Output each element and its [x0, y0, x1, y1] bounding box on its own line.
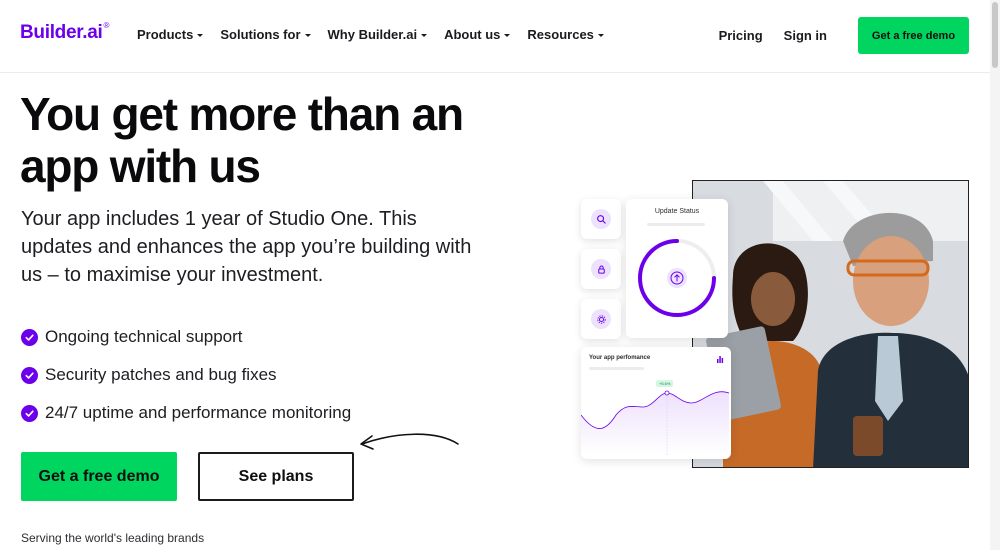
nav-products[interactable]: Products: [137, 27, 204, 42]
nav-label: About us: [444, 27, 501, 42]
placeholder-bar: [589, 367, 644, 370]
nav-why-builder[interactable]: Why Builder.ai: [328, 27, 428, 42]
feature-text: Ongoing technical support: [45, 327, 243, 346]
progress-ring: [638, 239, 716, 317]
main-nav: Products Solutions for Why Builder.ai Ab…: [137, 27, 621, 42]
feature-text: 24/7 uptime and performance monitoring: [45, 403, 352, 422]
header-actions: Pricing Sign in Get a free demo: [719, 17, 969, 54]
chevron-down-icon: [197, 33, 204, 37]
search-card: [581, 199, 621, 239]
get-demo-button[interactable]: Get a free demo: [21, 452, 177, 501]
people-photo-illustration: [693, 181, 968, 467]
hero-title: You get more than an app with us: [20, 88, 464, 192]
feature-item: 24/7 uptime and performance monitoring: [21, 394, 351, 432]
page-scrollbar[interactable]: [990, 0, 1000, 550]
see-plans-button[interactable]: See plans: [198, 452, 354, 501]
feature-text: Security patches and bug fixes: [45, 365, 277, 384]
performance-title: Your app perfomance: [589, 355, 651, 361]
hero-subtitle: Your app includes 1 year of Studio One. …: [21, 208, 472, 286]
chevron-down-icon: [421, 33, 428, 37]
update-status-title: Update Status: [654, 208, 700, 215]
nav-solutions[interactable]: Solutions for: [220, 27, 311, 42]
magnifier-icon: [591, 209, 611, 229]
check-circle-icon: [21, 404, 38, 422]
bar-chart-icon: [717, 356, 724, 363]
feature-item: Security patches and bug fixes: [21, 356, 351, 394]
feature-item: Ongoing technical support: [21, 318, 351, 356]
performance-card: Your app perfomance +5.6%: [581, 347, 731, 459]
sign-in-link[interactable]: Sign in: [784, 28, 827, 43]
nav-label: Why Builder.ai: [327, 27, 418, 42]
placeholder-bar: [647, 223, 705, 226]
lock-icon: [591, 259, 611, 279]
nav-label: Solutions for: [220, 27, 301, 42]
nav-label: Resources: [527, 27, 594, 42]
security-card: [581, 249, 621, 289]
nav-about-us[interactable]: About us: [444, 27, 511, 42]
settings-card: [581, 299, 621, 339]
site-header: Builder.ai ® Products Solutions for Why …: [0, 0, 990, 73]
gear-icon: [591, 309, 611, 329]
hero-photo: [692, 180, 969, 468]
feature-list: Ongoing technical support Security patch…: [21, 318, 351, 432]
header-demo-button[interactable]: Get a free demo: [858, 17, 969, 54]
hand-drawn-arrow-icon: [360, 433, 459, 450]
performance-line-chart: [581, 390, 730, 455]
builder-logo[interactable]: Builder.ai ®: [20, 21, 110, 44]
chevron-down-icon: [504, 33, 511, 37]
chevron-down-icon: [304, 33, 311, 37]
logo-text: Builder.ai: [20, 22, 103, 43]
check-circle-icon: [21, 328, 38, 346]
brands-caption: Serving the world's leading brands: [21, 531, 205, 545]
pricing-link[interactable]: Pricing: [719, 28, 763, 43]
scrollbar-thumb[interactable]: [992, 2, 998, 68]
nav-label: Products: [137, 27, 194, 42]
chevron-down-icon: [597, 33, 604, 37]
nav-resources[interactable]: Resources: [527, 27, 604, 42]
check-circle-icon: [21, 366, 38, 384]
logo-registered-mark: ®: [103, 21, 110, 30]
update-status-card: Update Status: [626, 199, 728, 338]
